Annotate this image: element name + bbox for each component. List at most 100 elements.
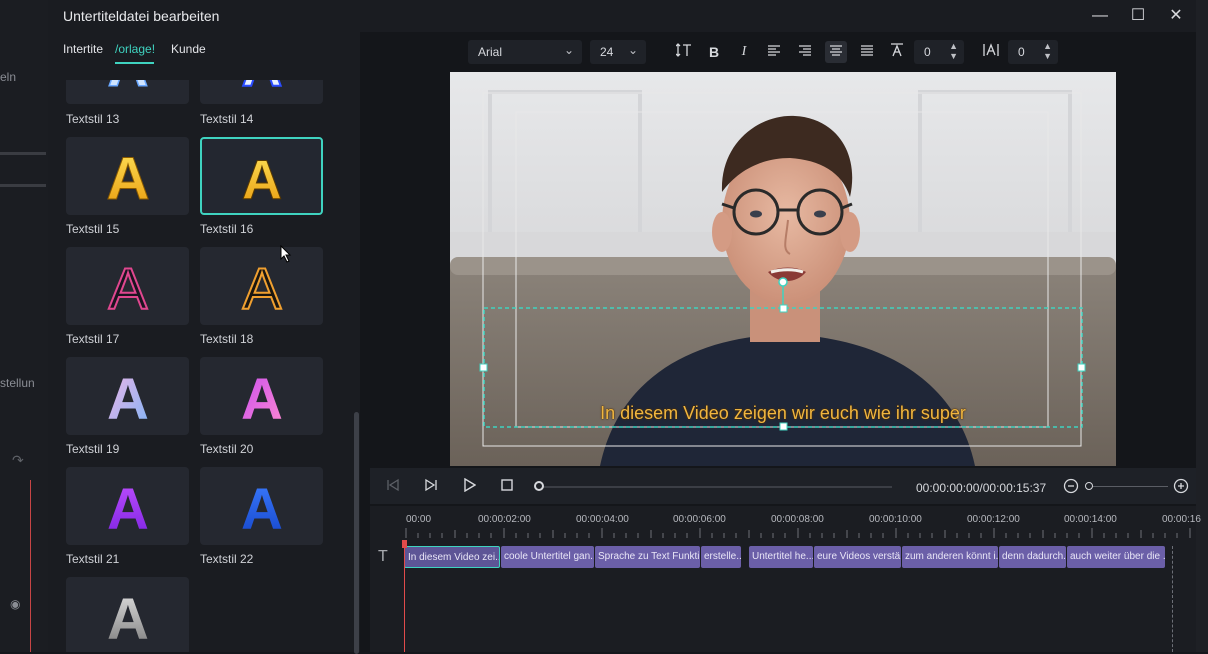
background-app-left: eln stellun ↷ ◉ bbox=[0, 0, 48, 652]
subtitle-clip[interactable]: erstelle... bbox=[701, 546, 741, 568]
stepper-icon[interactable]: ▲ ▼ bbox=[949, 41, 958, 61]
subtitle-clip[interactable]: Sprache zu Text Funkti... bbox=[595, 546, 700, 568]
ruler-label: 00:00:06:00 bbox=[673, 514, 726, 525]
style-label: Textstil 18 bbox=[200, 332, 254, 346]
ruler-label: 00:00:14:00 bbox=[1064, 514, 1117, 525]
ruler-label: 00:00:12:00 bbox=[967, 514, 1020, 525]
previous-frame-icon[interactable] bbox=[384, 478, 402, 496]
line-spacing-value: 0 bbox=[924, 45, 931, 59]
tab-kunde[interactable]: Kunde bbox=[171, 42, 206, 56]
play-icon[interactable] bbox=[460, 477, 478, 496]
align-center-icon[interactable] bbox=[825, 41, 847, 63]
video-preview[interactable]: In diesem Video zeigen wir euch wie ihr … bbox=[450, 72, 1116, 466]
style-glyph-icon: A bbox=[108, 257, 147, 321]
font-family-value: Arial bbox=[478, 45, 503, 59]
subtitle-clip[interactable]: Untertitel he... bbox=[749, 546, 813, 568]
line-height-icon[interactable] bbox=[673, 41, 695, 63]
style-panel: Intertite /orlage! Kunde A Textstil bbox=[48, 32, 360, 654]
stepper-icon[interactable]: ▲ ▼ bbox=[1043, 41, 1052, 61]
subtitle-clip[interactable]: In diesem Video zei... bbox=[404, 546, 500, 568]
background-playhead bbox=[30, 480, 31, 652]
align-right-icon[interactable] bbox=[794, 41, 816, 63]
italic-icon[interactable]: I bbox=[733, 41, 755, 63]
font-size-select[interactable]: 24 ⌄ bbox=[590, 40, 646, 64]
ruler-label: 00:00:02:00 bbox=[478, 514, 531, 525]
style-tile-23[interactable]: A bbox=[66, 577, 189, 652]
timeline-end-marker bbox=[1172, 546, 1173, 652]
style-glyph-icon: A bbox=[106, 145, 149, 211]
maximize-button[interactable]: ☐ bbox=[1127, 6, 1149, 26]
minimize-button[interactable]: — bbox=[1089, 6, 1111, 26]
playhead[interactable] bbox=[404, 540, 405, 652]
style-label: Textstil 14 bbox=[200, 112, 254, 126]
active-tab-indicator bbox=[115, 62, 154, 64]
letter-spacing-icon[interactable] bbox=[980, 41, 1002, 63]
zoom-slider-track[interactable] bbox=[1086, 486, 1168, 487]
playback-progress-handle[interactable] bbox=[534, 481, 544, 491]
justify-icon[interactable] bbox=[856, 41, 878, 63]
background-label: stellun bbox=[0, 376, 35, 390]
subtitle-editor-dialog: Untertiteldatei bearbeiten — ☐ ✕ Interti… bbox=[48, 0, 1201, 654]
line-spacing-input[interactable]: 0 ▲ ▼ bbox=[914, 40, 964, 64]
style-tile-20[interactable]: A bbox=[200, 357, 323, 435]
font-size-value: 24 bbox=[600, 45, 614, 59]
title-bar: Untertiteldatei bearbeiten — ☐ ✕ bbox=[48, 0, 1196, 32]
eye-icon: ◉ bbox=[10, 597, 21, 611]
style-tile-17[interactable]: A bbox=[66, 247, 189, 325]
background-label: eln bbox=[0, 70, 17, 84]
style-glyph-icon: A bbox=[107, 367, 149, 431]
style-tile-13[interactable]: A bbox=[66, 80, 189, 104]
text-vertical-align-icon[interactable] bbox=[886, 41, 908, 63]
style-glyph-icon: A bbox=[241, 477, 283, 541]
style-tile-22[interactable]: A bbox=[200, 467, 323, 545]
text-style-grid: A Textstil 13 A Textstil 14 A Textstil 1… bbox=[48, 80, 360, 652]
align-left-icon[interactable] bbox=[763, 41, 785, 63]
style-tile-21[interactable]: A bbox=[66, 467, 189, 545]
mouse-cursor-icon bbox=[280, 244, 292, 268]
zoom-out-icon[interactable] bbox=[1062, 478, 1080, 496]
chevron-down-icon: ⌄ bbox=[627, 43, 638, 57]
close-button[interactable]: ✕ bbox=[1165, 6, 1187, 26]
subtitle-text[interactable]: In diesem Video zeigen wir euch wie ihr … bbox=[450, 403, 1116, 424]
style-label: Textstil 21 bbox=[66, 552, 120, 566]
font-family-select[interactable]: Arial ⌄ bbox=[468, 40, 582, 64]
playback-progress-track[interactable] bbox=[536, 486, 892, 488]
subtitle-clip[interactable]: zum anderen könnt i... bbox=[902, 546, 998, 568]
tab-untertitel[interactable]: Intertite bbox=[63, 42, 103, 56]
subtitle-clip[interactable]: eure Videos verstä... bbox=[814, 546, 901, 568]
subtitle-timeline[interactable]: 00:00 00:00:02:00 00:00:04:00 00:00:06:0… bbox=[370, 506, 1201, 652]
letter-spacing-value: 0 bbox=[1018, 45, 1025, 59]
style-label: Textstil 22 bbox=[200, 552, 254, 566]
style-label: Textstil 13 bbox=[66, 112, 120, 126]
style-tile-19[interactable]: A bbox=[66, 357, 189, 435]
style-label: Textstil 16 bbox=[200, 222, 254, 236]
letter-spacing-input[interactable]: 0 ▲ ▼ bbox=[1008, 40, 1058, 64]
style-glyph-icon: A bbox=[241, 80, 281, 98]
style-tabs: Intertite /orlage! Kunde bbox=[48, 32, 360, 80]
next-frame-icon[interactable] bbox=[422, 478, 440, 496]
chevron-down-icon: ⌄ bbox=[563, 43, 574, 57]
style-tile-18[interactable]: A bbox=[200, 247, 323, 325]
style-tile-15[interactable]: A bbox=[66, 137, 189, 215]
text-track-icon: T bbox=[378, 548, 388, 565]
ruler-label: 00:00:08:00 bbox=[771, 514, 824, 525]
stop-icon[interactable] bbox=[498, 478, 516, 496]
subtitle-clip[interactable]: denn dadurch... bbox=[999, 546, 1066, 568]
style-label: Textstil 19 bbox=[66, 442, 120, 456]
subtitle-clip[interactable]: auch weiter über die ... bbox=[1067, 546, 1165, 568]
ruler-label: 00:00 bbox=[406, 514, 432, 525]
style-tile-14[interactable]: A bbox=[200, 80, 323, 104]
tab-vorlagen[interactable]: /orlage! bbox=[115, 42, 155, 56]
style-scrollbar-thumb[interactable] bbox=[354, 412, 359, 654]
zoom-in-icon[interactable] bbox=[1172, 478, 1190, 496]
editor-panel: Arial ⌄ 24 ⌄ B I 0 ▲ ▼ 0 ▲ ▼ In diesem V… bbox=[370, 32, 1201, 652]
ruler-label: 00:00:04:00 bbox=[576, 514, 629, 525]
style-tile-16[interactable]: A bbox=[200, 137, 323, 215]
zoom-slider-handle[interactable] bbox=[1085, 482, 1093, 490]
style-glyph-icon: A bbox=[242, 257, 281, 321]
style-label: Textstil 20 bbox=[200, 442, 254, 456]
playback-controls: 00:00:00:00/00:00:15:37 bbox=[370, 468, 1196, 504]
style-glyph-icon: A bbox=[107, 80, 147, 98]
subtitle-clip[interactable]: coole Untertitel gan... bbox=[501, 546, 594, 568]
bold-icon[interactable]: B bbox=[703, 41, 725, 63]
